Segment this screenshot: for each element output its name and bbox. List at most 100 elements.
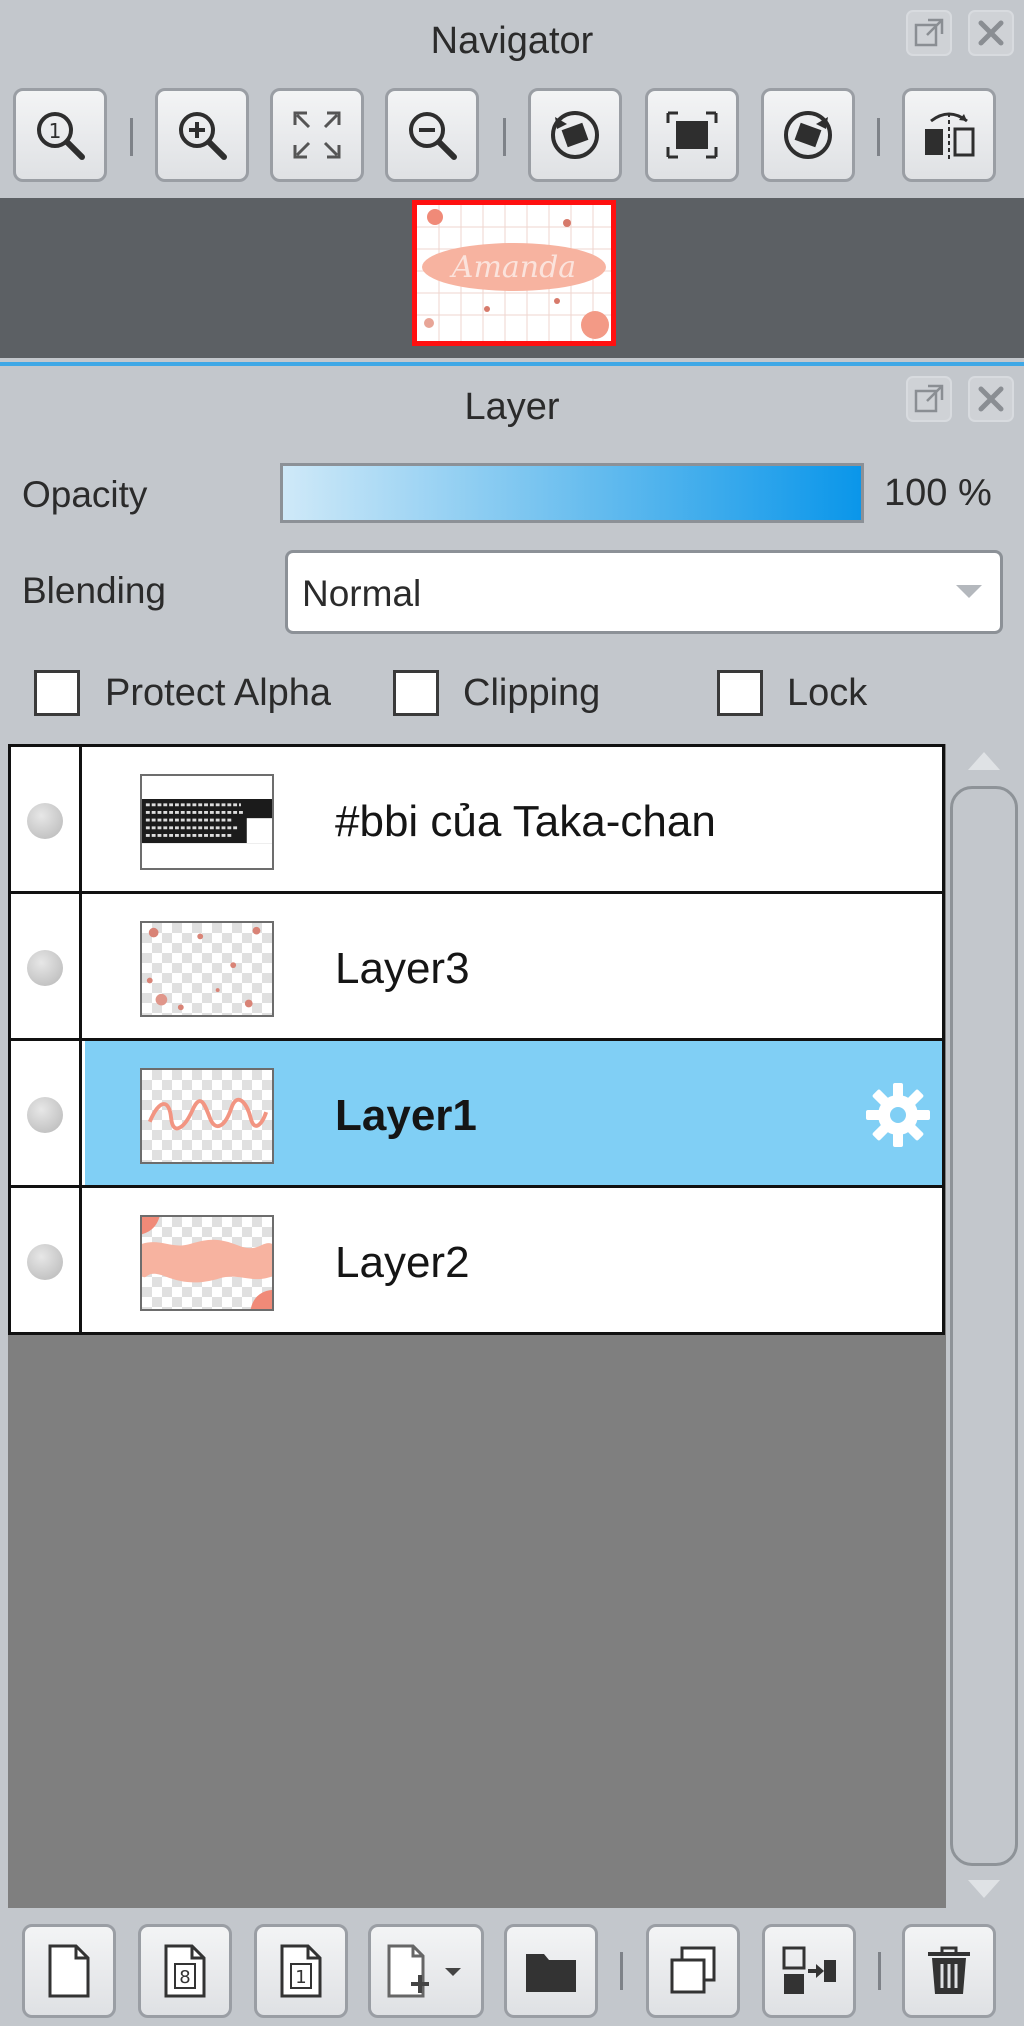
layer-close-button[interactable]	[968, 376, 1014, 422]
blending-label: Blending	[22, 570, 167, 611]
layer-thumbnail	[140, 921, 274, 1017]
visibility-dot-icon	[27, 803, 63, 839]
flip-horizontal-icon	[925, 112, 975, 159]
new-1bit-layer-icon: 1	[280, 1944, 322, 1998]
navigator-close-button[interactable]	[968, 10, 1014, 56]
zoom-actual-icon: 1	[37, 112, 85, 160]
zoom-in-button[interactable]	[155, 88, 249, 182]
layer-name-cell[interactable]: Layer3	[85, 894, 942, 1038]
new-layer-icon	[48, 1944, 90, 1998]
visibility-dot-icon	[27, 950, 63, 986]
new-8bit-layer-icon: 8	[164, 1944, 206, 1998]
peach-band-thumbnail-image	[142, 1217, 272, 1309]
opacity-label: Opacity	[22, 474, 148, 515]
layer-name: Layer3	[335, 944, 470, 993]
new-1bit-layer-button[interactable]: 1	[254, 1924, 348, 2018]
close-icon	[978, 386, 1004, 412]
layer-name-cell[interactable]: Layer1	[85, 1041, 942, 1185]
fit-window-button[interactable]	[270, 88, 364, 182]
layer-row-selected[interactable]: Layer1	[8, 1038, 945, 1188]
layer-name-cell[interactable]: Layer2	[85, 1188, 942, 1332]
external-window-icon	[914, 18, 944, 47]
layer-thumbnail	[140, 1068, 274, 1164]
rotate-left-button[interactable]	[528, 88, 622, 182]
lock-checkbox[interactable]	[717, 670, 763, 716]
blending-select[interactable]: Normal	[285, 550, 1003, 634]
external-window-icon	[914, 384, 944, 413]
layer-visibility-toggle[interactable]	[11, 747, 82, 891]
navigator-title: Navigator	[430, 20, 594, 62]
layer-visibility-toggle[interactable]	[11, 894, 82, 1038]
layer-title: Layer	[464, 386, 560, 428]
zoom-out-icon	[409, 112, 457, 160]
layer-list-scrollbar[interactable]	[950, 786, 1018, 1866]
svg-text:8: 8	[179, 1967, 190, 1988]
zoom-in-icon	[179, 112, 227, 160]
clipping-label: Clipping	[463, 672, 601, 714]
toolbar-separator	[620, 1952, 623, 1990]
preview-lettering: Amanda	[449, 250, 576, 285]
svg-text:1: 1	[295, 1967, 306, 1988]
visibility-dot-icon	[27, 1097, 63, 1133]
sparse-sticker-thumbnail-image	[146, 926, 261, 1011]
layer-visibility-toggle[interactable]	[11, 1041, 82, 1185]
layer-settings-gear-icon[interactable]	[862, 1079, 934, 1151]
fit-window-icon	[293, 111, 341, 159]
scroll-down-arrow-icon[interactable]	[968, 1880, 1000, 1898]
zoom-out-button[interactable]	[385, 88, 479, 182]
opacity-value: 100 %	[884, 472, 992, 514]
rotate-right-icon	[784, 111, 832, 159]
delete-layer-icon	[928, 1946, 970, 1994]
layer-header: Layer	[0, 366, 1024, 446]
flip-horizontal-button[interactable]	[902, 88, 996, 182]
clipping-checkbox[interactable]	[393, 670, 439, 716]
duplicate-layer-icon	[670, 1946, 716, 1994]
rotate-left-icon	[551, 111, 599, 159]
toolbar-separator	[878, 1952, 881, 1990]
lettering-thumbnail-image	[147, 1097, 269, 1131]
new-folder-button[interactable]	[504, 1924, 598, 2018]
reset-rotation-button[interactable]	[645, 88, 739, 182]
text-thumbnail-image	[142, 776, 272, 868]
navigator-float-button[interactable]	[906, 10, 952, 56]
add-layer-menu-icon	[387, 1944, 461, 1998]
lock-label: Lock	[787, 672, 868, 714]
protect-alpha-label: Protect Alpha	[105, 672, 332, 714]
new-8bit-layer-button[interactable]: 8	[138, 1924, 232, 2018]
close-icon	[978, 20, 1004, 46]
layer-name: Layer1	[335, 1091, 477, 1140]
visibility-dot-icon	[27, 1244, 63, 1280]
navigator-header: Navigator	[0, 0, 1024, 80]
layer-visibility-toggle[interactable]	[11, 1188, 82, 1332]
scroll-up-arrow-icon[interactable]	[968, 752, 1000, 770]
canvas-preview-image: Amanda	[417, 205, 611, 341]
zoom-actual-button[interactable]: 1	[13, 88, 107, 182]
opacity-slider[interactable]	[280, 463, 864, 523]
layer-name-cell[interactable]: #bbi của Taka-chan	[85, 747, 942, 891]
toolbar-separator	[877, 118, 880, 156]
toolbar-separator	[130, 118, 133, 156]
merge-down-icon	[782, 1946, 836, 1994]
blending-value: Normal	[302, 573, 422, 614]
rotate-right-button[interactable]	[761, 88, 855, 182]
layer-name: #bbi của Taka-chan	[335, 797, 716, 846]
protect-alpha-checkbox[interactable]	[34, 670, 80, 716]
chevron-down-icon	[956, 585, 982, 598]
layer-thumbnail	[140, 1215, 274, 1311]
new-layer-button[interactable]	[22, 1924, 116, 2018]
layer-float-button[interactable]	[906, 376, 952, 422]
add-layer-menu-button[interactable]	[368, 1924, 484, 2018]
layer-row[interactable]: #bbi của Taka-chan	[8, 744, 945, 894]
layer-name: Layer2	[335, 1238, 470, 1287]
merge-down-button[interactable]	[762, 1924, 856, 2018]
svg-text:1: 1	[49, 119, 62, 143]
layer-row[interactable]: Layer2	[8, 1185, 945, 1335]
new-folder-icon	[526, 1954, 576, 1992]
toolbar-separator	[503, 118, 506, 156]
layer-thumbnail	[140, 774, 274, 870]
layer-row[interactable]: Layer3	[8, 891, 945, 1041]
reset-rotation-icon	[666, 111, 718, 159]
navigator-canvas-thumbnail[interactable]: Amanda	[412, 200, 616, 346]
duplicate-layer-button[interactable]	[646, 1924, 740, 2018]
delete-layer-button[interactable]	[902, 1924, 996, 2018]
